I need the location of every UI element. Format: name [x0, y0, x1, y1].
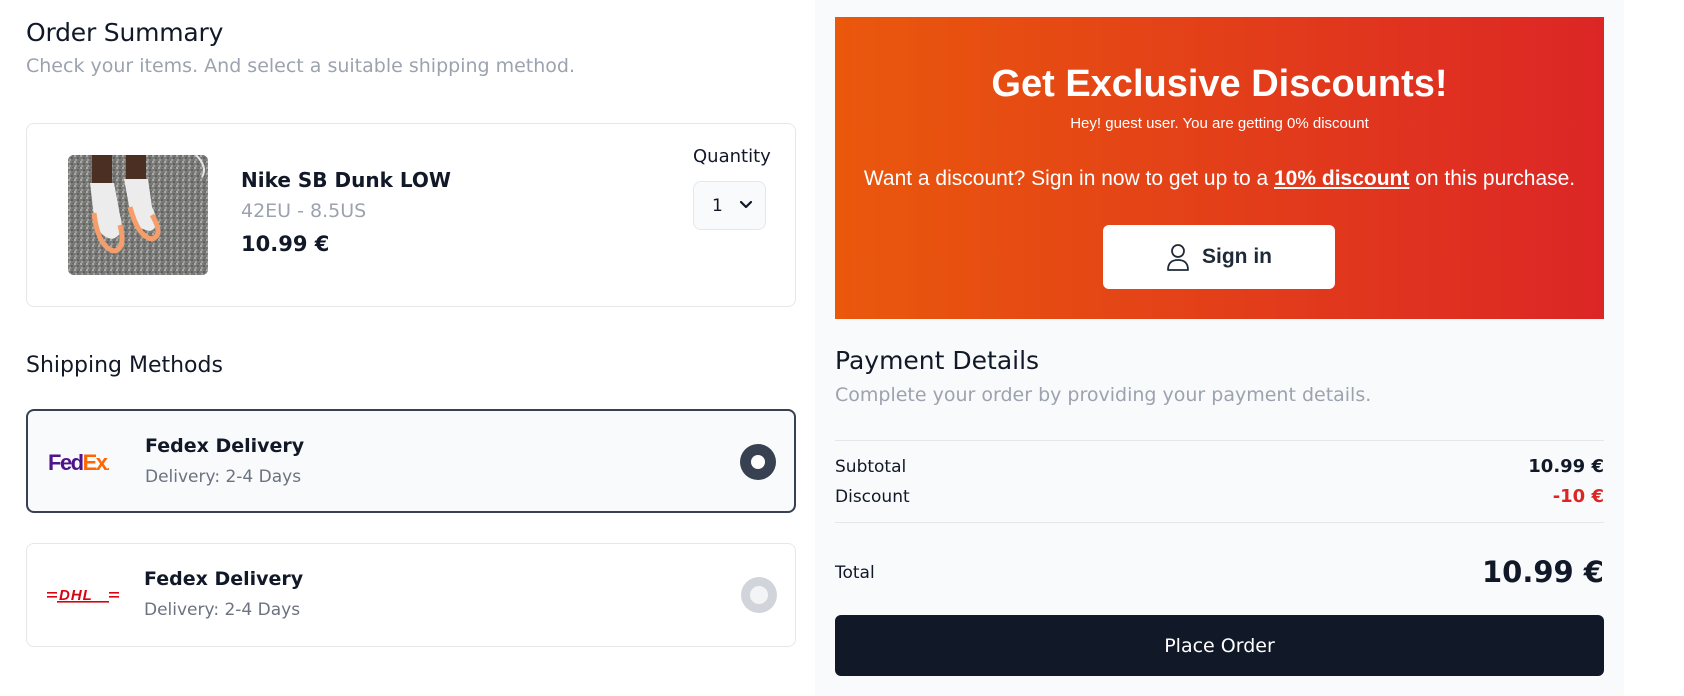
payment-details-title: Payment Details [835, 346, 1040, 375]
user-icon [1167, 244, 1189, 271]
dhl-logo-icon: DHL [47, 587, 119, 604]
shipping-methods-title: Shipping Methods [26, 353, 223, 378]
divider [835, 440, 1604, 441]
subtotal-value: 10.99 € [1528, 456, 1604, 477]
payment-details-subtitle: Complete your order by providing your pa… [835, 384, 1372, 406]
order-summary-title: Order Summary [26, 18, 224, 47]
promo-discount-highlight: 10% discount [1274, 167, 1410, 190]
subtotal-label: Subtotal [835, 457, 907, 477]
promo-text-before: Want a discount? Sign in now to get up t… [863, 167, 1274, 190]
shipping-option-name: Fedex Delivery [144, 568, 304, 590]
product-price: 10.99 € [241, 232, 330, 256]
promo-title: Get Exclusive Discounts! [991, 63, 1448, 105]
shipping-option-delivery: Delivery: 2-4 Days [145, 467, 302, 487]
shipping-option-name: Fedex Delivery [145, 435, 305, 457]
total-label: Total [835, 563, 875, 583]
promo-text: Want a discount? Sign in now to get up t… [835, 167, 1604, 191]
shipping-option-dhl[interactable]: DHL Fedex Delivery Delivery: 2-4 Days [26, 543, 796, 647]
promo-guest-note: Hey! guest user. You are getting 0% disc… [1070, 115, 1369, 132]
quantity-select[interactable]: 1 [693, 181, 766, 230]
sign-in-label: Sign in [1202, 245, 1272, 268]
chevron-down-icon [739, 200, 753, 209]
discount-promo-banner: Get Exclusive Discounts! Hey! guest user… [835, 17, 1604, 319]
shipping-option-fedex[interactable]: FedEx. Fedex Delivery Delivery: 2-4 Days [26, 409, 796, 513]
discount-label: Discount [835, 487, 910, 507]
radio-unselected[interactable] [741, 577, 777, 613]
radio-selected[interactable] [740, 444, 776, 480]
divider [835, 522, 1604, 523]
quantity-value: 1 [712, 195, 723, 216]
product-variant: 42EU - 8.5US [241, 200, 367, 222]
discount-value: -10 € [1552, 486, 1604, 507]
fedex-logo-icon: FedEx. [48, 450, 111, 475]
shipping-option-delivery: Delivery: 2-4 Days [144, 600, 301, 620]
quantity-label: Quantity [693, 146, 771, 167]
svg-text:FedEx.: FedEx. [48, 450, 110, 475]
place-order-label: Place Order [1164, 634, 1275, 657]
product-name: Nike SB Dunk LOW [241, 168, 451, 192]
payment-panel: Get Exclusive Discounts! Hey! guest user… [815, 0, 1624, 696]
promo-text-after: on this purchase. [1409, 167, 1576, 190]
order-summary-subtitle: Check your items. And select a suitable … [26, 55, 576, 77]
product-image [68, 155, 208, 275]
total-value: 10.99 € [1481, 555, 1604, 589]
sign-in-button[interactable]: Sign in [1103, 225, 1335, 289]
cart-item-card: Nike SB Dunk LOW 42EU - 8.5US 10.99 € Qu… [26, 123, 796, 307]
place-order-button[interactable]: Place Order [835, 615, 1604, 676]
